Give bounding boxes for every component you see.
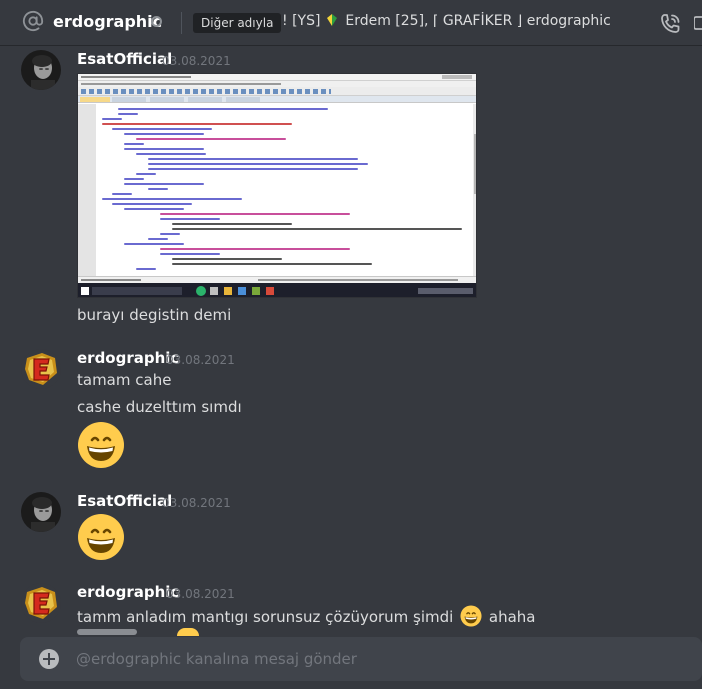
message-author[interactable]: erdographic: [77, 583, 179, 601]
user-nickname: ! [YS] Erdem [25], ⌈ GRAFİKER ⌋ erdograp…: [282, 13, 611, 29]
attachment-toolbar: [78, 87, 476, 96]
partial-next-line: [77, 629, 137, 635]
message-timestamp: 03.08.2021: [166, 353, 235, 367]
message-text: cashe duzelttım sımdı: [77, 398, 242, 416]
video-call-icon[interactable]: [694, 12, 702, 34]
at-sign-icon: [22, 10, 44, 32]
message-timestamp: 03.08.2021: [162, 496, 231, 510]
grinning-face-emoji-icon[interactable]: [77, 513, 125, 561]
attachment-code-area: [78, 104, 476, 276]
message-timestamp: 03.08.2021: [166, 587, 235, 601]
message-text: tamam cahe: [77, 371, 172, 389]
message-text-before-emoji: tamm anladım mantıgı sorunsuz çözüyorum …: [77, 608, 454, 626]
attachment-taskbar: [78, 283, 476, 297]
partial-next-emoji: [177, 628, 199, 636]
attachment-titlebar: [78, 74, 476, 81]
nickname-badge: Diğer adıyla: [193, 13, 282, 33]
message-author[interactable]: EsatOfficial: [77, 492, 172, 510]
erdographic-avatar[interactable]: [21, 349, 61, 389]
header-divider: [181, 12, 182, 34]
attachment-tabs: [78, 96, 476, 103]
nickname-suffix: Erdem [25], ⌈ GRAFİKER ⌋ erdographic: [345, 13, 611, 29]
beginner-leaf-icon: [326, 14, 337, 26]
attachment-statusbar: [78, 276, 476, 283]
grinning-face-emoji-icon[interactable]: [77, 421, 125, 469]
esatofficial-avatar[interactable]: [21, 50, 61, 90]
esatofficial-avatar[interactable]: [21, 492, 61, 532]
message-text-after-emoji: ahaha: [488, 608, 536, 626]
message-composer: [20, 637, 702, 681]
message-input[interactable]: [76, 637, 676, 681]
message-list: EsatOfficial 03.08.2021 burayı degistin …: [0, 47, 702, 636]
image-attachment[interactable]: [77, 73, 477, 298]
grinning-face-inline-emoji-icon: [460, 605, 482, 627]
message-text: burayı degistin demi: [77, 306, 232, 324]
offline-status-icon: [151, 16, 162, 27]
nickname-prefix: ! [YS]: [282, 13, 321, 29]
message-author[interactable]: EsatOfficial: [77, 50, 172, 68]
dm-window: erdographic Diğer adıyla ! [YS] Erdem [2…: [0, 0, 702, 689]
channel-header: erdographic Diğer adıyla ! [YS] Erdem [2…: [0, 0, 702, 46]
message-timestamp: 03.08.2021: [162, 54, 231, 68]
add-attachment-button[interactable]: [39, 649, 59, 669]
message-text: tamm anladım mantıgı sorunsuz çözüyorum …: [77, 605, 536, 627]
erdographic-avatar[interactable]: [21, 583, 61, 623]
voice-call-icon[interactable]: [658, 12, 682, 36]
message-author[interactable]: erdographic: [77, 349, 179, 367]
channel-name[interactable]: erdographic: [53, 12, 162, 31]
